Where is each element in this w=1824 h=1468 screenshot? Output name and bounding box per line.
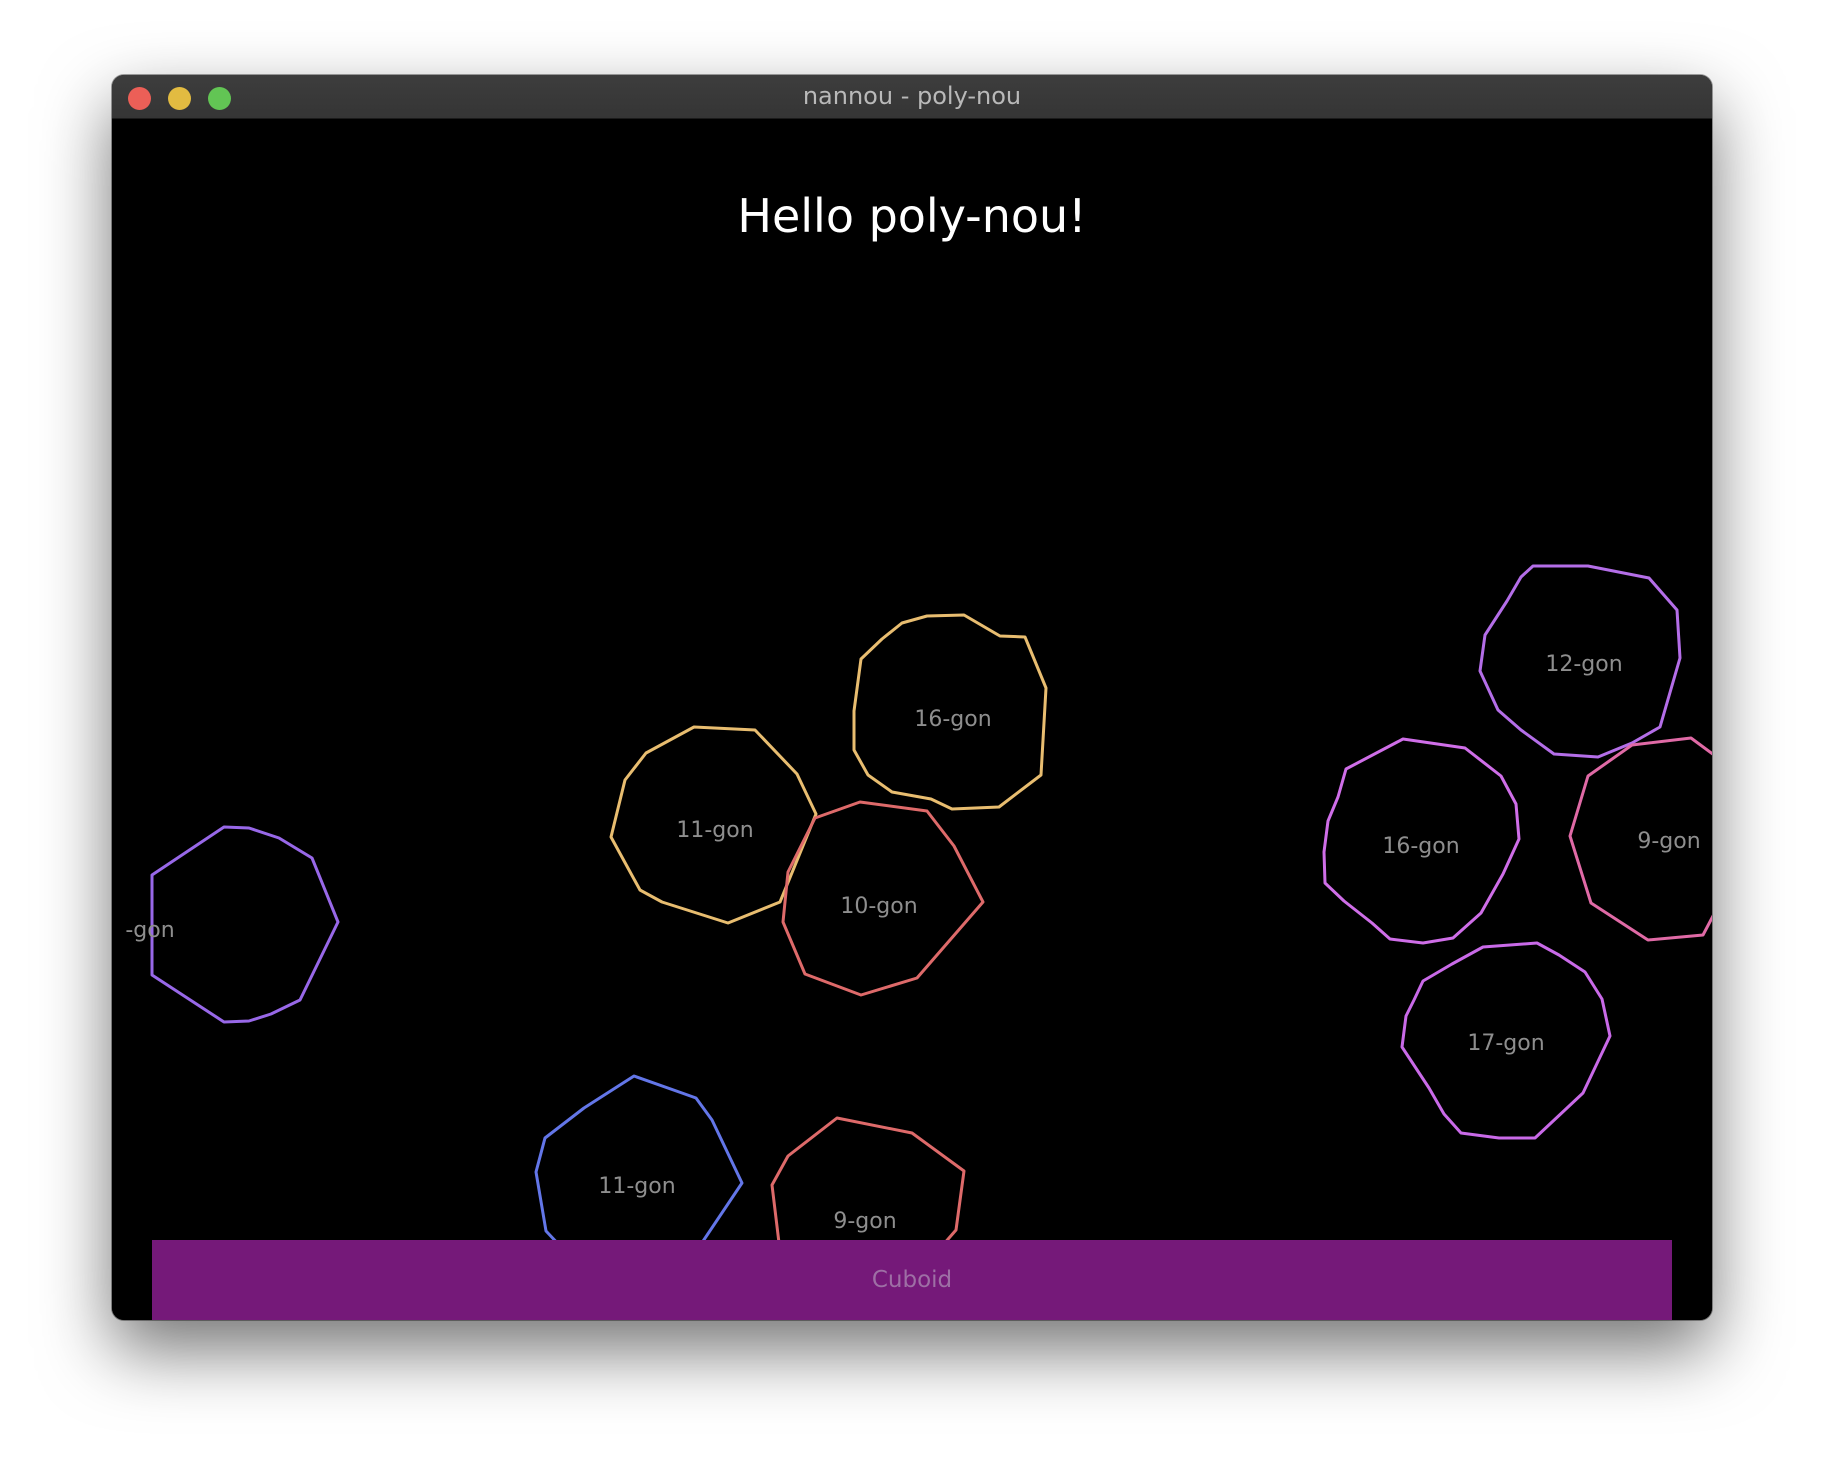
polygon-label: 11-gon: [598, 1174, 675, 1199]
polygon-label: 16-gon: [914, 707, 991, 732]
cuboid-shape: Cuboid: [152, 1240, 1672, 1320]
polygon-group: 10-gon: [781, 800, 985, 997]
canvas-heading: Hello poly-nou!: [737, 189, 1087, 243]
polygon-label: 10-gon: [840, 894, 917, 919]
polygon-label: 17-gon: [1467, 1031, 1544, 1056]
polygon-group: 9-gon: [1568, 736, 1712, 942]
polygon-group: 16-gon: [852, 613, 1048, 811]
polygon-scene: -gon 11-gon 16-gon 10-gon 11-gon 9-gon 1…: [125, 564, 1712, 1317]
polygon-label: 11-gon: [676, 818, 753, 843]
app-window: nannou - poly-nou -gon 11-gon 16-gon 10-…: [112, 75, 1712, 1320]
polygon-group: 12-gon: [1478, 564, 1682, 759]
polygon-label: 12-gon: [1545, 652, 1622, 677]
polygon-shape: [150, 825, 340, 1024]
polygon-label: 9-gon: [833, 1209, 896, 1234]
polygon-label: 9-gon: [1637, 829, 1700, 854]
cuboid-label: Cuboid: [871, 1267, 953, 1293]
polygon-label: 16-gon: [1382, 834, 1459, 859]
polygon-label: -gon: [125, 918, 174, 943]
polygon-group: 16-gon: [1322, 737, 1521, 945]
polygon-group: -gon: [125, 825, 340, 1024]
polygon-group: 17-gon: [1400, 941, 1612, 1140]
